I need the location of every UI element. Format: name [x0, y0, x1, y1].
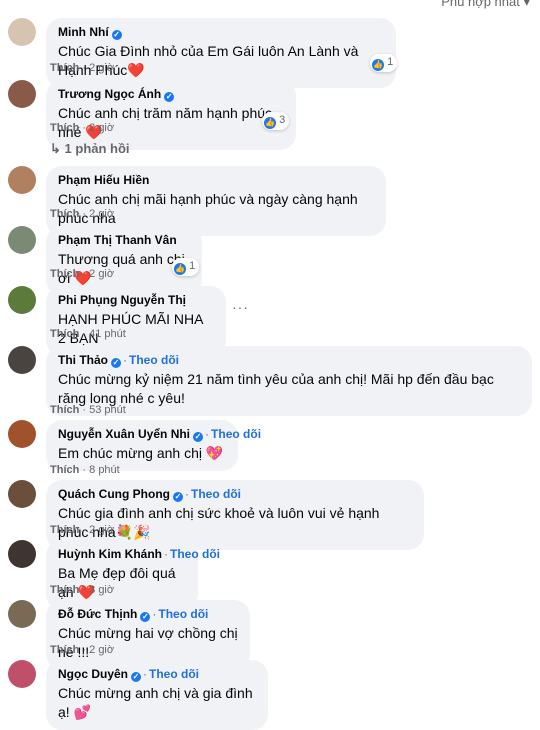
follow-button[interactable]: Theo dõi	[191, 487, 241, 501]
verified-badge-icon: ✓	[111, 30, 122, 40]
timestamp[interactable]: 8 phút	[89, 464, 120, 476]
comment-meta: Thích · 53 phút	[50, 404, 126, 416]
avatar[interactable]	[8, 18, 36, 46]
commenter-name[interactable]: Phạm Thị Thanh Vân	[58, 233, 177, 247]
like-link[interactable]: Thích	[50, 524, 79, 536]
like-reaction-icon: 👍	[264, 117, 276, 129]
verified-badge-icon: ✓	[131, 672, 142, 682]
like-link[interactable]: Thích	[50, 62, 79, 74]
commenter-name[interactable]: Thi Thảo	[58, 353, 108, 367]
comment-text: Chúc gia đình anh chị sức khoẻ và luôn v…	[58, 505, 380, 540]
comment-text: Em chúc mừng anh chị 💖	[58, 445, 224, 461]
timestamp[interactable]: 3 giờ	[89, 584, 114, 596]
avatar[interactable]	[8, 660, 36, 688]
follow-button[interactable]: Theo dõi	[129, 353, 179, 367]
comment: Phạm Thị Thanh Vân Thương quá anh chị ơi…	[8, 226, 540, 296]
like-link[interactable]: Thích	[50, 464, 79, 476]
like-link[interactable]: Thích	[50, 644, 79, 656]
comment-text: Chúc mừng anh chị và gia đình ạ! 💕	[58, 685, 253, 720]
view-replies-link[interactable]: ↳ 1 phản hồi	[50, 141, 130, 157]
like-link[interactable]: Thích	[50, 404, 79, 416]
timestamp[interactable]: 53 phút	[89, 404, 126, 416]
timestamp[interactable]: 2 giờ	[89, 268, 114, 280]
like-reaction-icon: 👍	[174, 263, 186, 275]
avatar[interactable]	[8, 600, 36, 628]
comment-meta: Thích · 2 giờ	[50, 62, 115, 74]
comment: Nguyễn Xuân Uyển Nhi ✓ · Theo dõi Em chúc m…	[8, 420, 540, 476]
like-link[interactable]: Thích	[50, 208, 79, 220]
comment-bubble: Minh Nhí ✓ Chúc Gia Đình nhỏ của Em Gái l…	[46, 18, 396, 88]
comment: Thi Thảo ✓ · Theo dõi Chúc mừng kỷ niệm 21 …	[8, 346, 540, 418]
commenter-name[interactable]: Trương Ngọc Ánh	[58, 87, 161, 101]
comment-text: Ba Mẹ đẹp đôi quá ạh ❤️	[58, 565, 176, 600]
reply-arrow-icon: ↳	[50, 141, 61, 156]
comment: Quách Cung Phong ✓ · Theo dõi Chúc gia đình…	[8, 480, 540, 550]
commenter-name[interactable]: Phạm Hiếu Hiền	[58, 173, 149, 187]
comment: Huỳnh Kim Khánh · Theo dõi Ba Mẹ đẹp đôi q…	[8, 540, 540, 610]
comment: Minh Nhí ✓ Chúc Gia Đình nhỏ của Em Gái l…	[8, 18, 540, 88]
like-link[interactable]: Thích	[50, 584, 79, 596]
comment: Trương Ngọc Ánh ✓ Chúc anh chị trăm năm h…	[8, 80, 540, 150]
avatar[interactable]	[8, 540, 36, 568]
verified-badge-icon: ✓	[164, 92, 175, 102]
comment-meta: Thích · 2 giờ	[50, 524, 115, 536]
comment-meta: Thích · 3 giờ	[50, 584, 115, 596]
comment-text: Chúc Gia Đình nhỏ của Em Gái luôn An Làn…	[58, 43, 359, 78]
follow-button[interactable]: Theo dõi	[170, 547, 220, 561]
comment: Phạm Hiếu Hiền Chúc anh chị mãi hạnh phú…	[8, 166, 540, 236]
comment: Đỗ Đức Thịnh ✓ · Theo dõi Chúc mừng hai vợ …	[8, 600, 540, 670]
avatar[interactable]	[8, 480, 36, 508]
like-link[interactable]: Thích	[50, 122, 79, 134]
sort-dropdown[interactable]: Phù hợp nhất ▾	[441, 0, 530, 10]
verified-badge-icon: ✓	[140, 612, 151, 622]
comment-meta: Thích · 2 giờ	[50, 208, 115, 220]
follow-button[interactable]: Theo dõi	[158, 607, 208, 621]
comment: Ngọc Duyên ✓ · Theo dõi Chúc mừng anh chị v…	[8, 660, 540, 730]
reaction-count[interactable]: 👍 3	[262, 112, 290, 130]
comment-bubble: Ngọc Duyên ✓ · Theo dõi Chúc mừng anh chị v…	[46, 660, 268, 730]
verified-badge-icon: ✓	[173, 492, 183, 502]
avatar[interactable]	[8, 166, 36, 194]
comment-meta: Thích · 2 giờ	[50, 122, 115, 134]
avatar[interactable]	[8, 286, 36, 314]
avatar[interactable]	[8, 226, 36, 254]
comment: Phi Phụng Nguyễn Thị HẠNH PHÚC MÃI NHA 2…	[8, 286, 540, 356]
commenter-name[interactable]: Huỳnh Kim Khánh	[58, 547, 162, 561]
commenter-name[interactable]: Ngọc Duyên	[58, 667, 128, 681]
timestamp[interactable]: 2 giờ	[89, 208, 114, 220]
follow-button[interactable]: Theo dõi	[211, 427, 261, 441]
comment-bubble: Trương Ngọc Ánh ✓ Chúc anh chị trăm năm h…	[46, 80, 296, 150]
avatar[interactable]	[8, 80, 36, 108]
verified-badge-icon: ✓	[111, 358, 121, 368]
timestamp[interactable]: 2 giờ	[89, 644, 114, 656]
commenter-name[interactable]: Nguyễn Xuân Uyển Nhi	[58, 427, 190, 441]
like-link[interactable]: Thích	[50, 268, 79, 280]
commenter-name[interactable]: Minh Nhí	[58, 25, 109, 39]
commenter-name[interactable]: Quách Cung Phong	[58, 487, 170, 501]
like-reaction-icon: 👍	[372, 59, 384, 71]
comment-text: Chúc mừng hai vợ chồng chị nè !!!	[58, 625, 238, 660]
timestamp[interactable]: 41 phút	[89, 328, 126, 340]
follow-button[interactable]: Theo dõi	[149, 667, 199, 681]
avatar[interactable]	[8, 420, 36, 448]
timestamp[interactable]: 2 giờ	[89, 62, 114, 74]
timestamp[interactable]: 2 giờ	[89, 524, 114, 536]
reaction-count[interactable]: 👍 1	[370, 54, 398, 72]
reaction-count[interactable]: 👍 1	[172, 258, 200, 276]
comment-meta: Thích · 8 phút	[50, 464, 120, 476]
comment-meta: Thích · 41 phút	[50, 328, 126, 340]
avatar[interactable]	[8, 346, 36, 374]
more-options-icon[interactable]: ···	[232, 299, 249, 315]
comment-meta: Thích · 2 giờ	[50, 268, 115, 280]
timestamp[interactable]: 2 giờ	[89, 122, 114, 134]
verified-badge-icon: ✓	[193, 432, 204, 442]
commenter-name[interactable]: Phi Phụng Nguyễn Thị	[58, 293, 186, 307]
comment-text: Chúc mừng kỷ niệm 21 năm tình yêu của an…	[58, 371, 494, 406]
comment-meta: Thích · 2 giờ	[50, 644, 115, 656]
commenter-name[interactable]: Đỗ Đức Thịnh	[58, 607, 137, 621]
like-link[interactable]: Thích	[50, 328, 79, 340]
